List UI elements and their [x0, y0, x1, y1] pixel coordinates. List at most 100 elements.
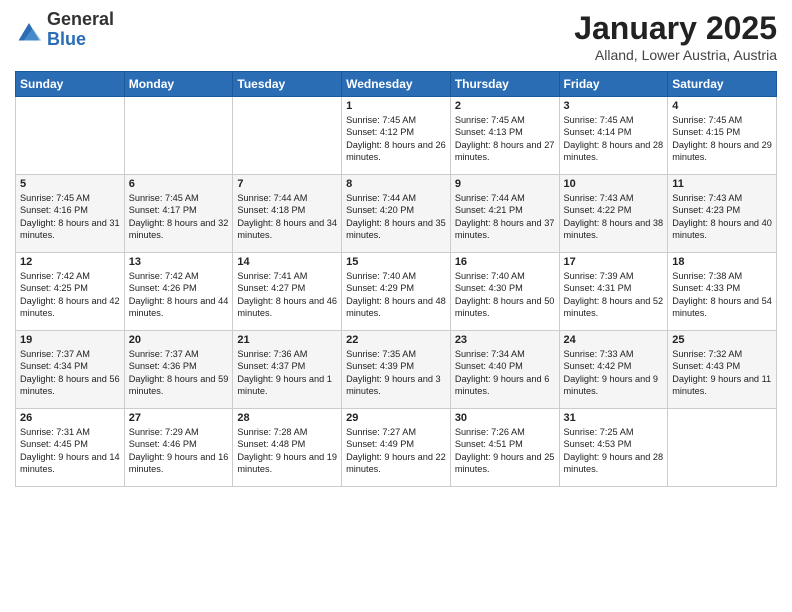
day-number: 30 [455, 412, 555, 424]
day-content: Sunrise: 7:33 AM Sunset: 4:42 PM Dayligh… [564, 348, 664, 398]
header-saturday: Saturday [668, 72, 777, 97]
header-tuesday: Tuesday [233, 72, 342, 97]
calendar-cell [668, 409, 777, 487]
day-content: Sunrise: 7:42 AM Sunset: 4:26 PM Dayligh… [129, 270, 229, 320]
day-content: Sunrise: 7:35 AM Sunset: 4:39 PM Dayligh… [346, 348, 446, 398]
logo-icon [15, 16, 43, 44]
day-number: 10 [564, 178, 664, 190]
day-content: Sunrise: 7:37 AM Sunset: 4:36 PM Dayligh… [129, 348, 229, 398]
day-number: 14 [237, 256, 337, 268]
calendar-cell: 20 Sunrise: 7:37 AM Sunset: 4:36 PM Dayli… [124, 331, 233, 409]
day-content: Sunrise: 7:45 AM Sunset: 4:13 PM Dayligh… [455, 114, 555, 164]
calendar-header-row: Sunday Monday Tuesday Wednesday Thursday… [16, 72, 777, 97]
header-wednesday: Wednesday [342, 72, 451, 97]
calendar-cell: 29 Sunrise: 7:27 AM Sunset: 4:49 PM Dayli… [342, 409, 451, 487]
calendar-week-row-4: 26 Sunrise: 7:31 AM Sunset: 4:45 PM Dayli… [16, 409, 777, 487]
day-content: Sunrise: 7:44 AM Sunset: 4:20 PM Dayligh… [346, 192, 446, 242]
day-content: Sunrise: 7:45 AM Sunset: 4:12 PM Dayligh… [346, 114, 446, 164]
day-number: 13 [129, 256, 229, 268]
calendar-cell: 30 Sunrise: 7:26 AM Sunset: 4:51 PM Dayli… [450, 409, 559, 487]
calendar-cell: 3 Sunrise: 7:45 AM Sunset: 4:14 PM Daylig… [559, 97, 668, 175]
logo: General Blue [15, 10, 114, 50]
calendar-cell: 22Sunrise: 7:35 AM Sunset: 4:39 PM Dayli… [342, 331, 451, 409]
calendar-cell: 5 Sunrise: 7:45 AM Sunset: 4:16 PM Daylig… [16, 175, 125, 253]
day-content: Sunrise: 7:43 AM Sunset: 4:22 PM Dayligh… [564, 192, 664, 242]
calendar-cell [124, 97, 233, 175]
day-content: Sunrise: 7:25 AM Sunset: 4:53 PM Dayligh… [564, 426, 664, 476]
day-content: Sunrise: 7:45 AM Sunset: 4:14 PM Dayligh… [564, 114, 664, 164]
calendar-cell: 18 Sunrise: 7:38 AM Sunset: 4:33 PM Dayli… [668, 253, 777, 331]
calendar-cell: 24Sunrise: 7:33 AM Sunset: 4:42 PM Dayli… [559, 331, 668, 409]
day-number: 5 [20, 178, 120, 190]
title-block: January 2025 Alland, Lower Austria, Aust… [574, 10, 777, 63]
calendar-cell: 10 Sunrise: 7:43 AM Sunset: 4:22 PM Dayli… [559, 175, 668, 253]
calendar-cell: 15 Sunrise: 7:40 AM Sunset: 4:29 PM Dayli… [342, 253, 451, 331]
calendar-cell: 8 Sunrise: 7:44 AM Sunset: 4:20 PM Daylig… [342, 175, 451, 253]
page: General Blue January 2025 Alland, Lower … [0, 0, 792, 612]
day-content: Sunrise: 7:38 AM Sunset: 4:33 PM Dayligh… [672, 270, 772, 320]
calendar-cell [233, 97, 342, 175]
day-number: 28 [237, 412, 337, 424]
calendar-cell: 12Sunrise: 7:42 AM Sunset: 4:25 PM Dayli… [16, 253, 125, 331]
day-content: Sunrise: 7:40 AM Sunset: 4:30 PM Dayligh… [455, 270, 555, 320]
header-thursday: Thursday [450, 72, 559, 97]
calendar-cell: 28 Sunrise: 7:28 AM Sunset: 4:48 PM Dayli… [233, 409, 342, 487]
day-content: Sunrise: 7:43 AM Sunset: 4:23 PM Dayligh… [672, 192, 772, 242]
day-number: 23 [455, 334, 555, 346]
day-content: Sunrise: 7:27 AM Sunset: 4:49 PM Dayligh… [346, 426, 446, 476]
logo-text: General Blue [47, 10, 114, 50]
calendar-cell: 31 Sunrise: 7:25 AM Sunset: 4:53 PM Dayli… [559, 409, 668, 487]
day-number: 9 [455, 178, 555, 190]
calendar-cell: 25 Sunrise: 7:32 AM Sunset: 4:43 PM Dayli… [668, 331, 777, 409]
day-number: 25 [672, 334, 772, 346]
day-number: 18 [672, 256, 772, 268]
day-number: 16 [455, 256, 555, 268]
day-number: 7 [237, 178, 337, 190]
day-number: 31 [564, 412, 664, 424]
day-content: Sunrise: 7:26 AM Sunset: 4:51 PM Dayligh… [455, 426, 555, 476]
calendar-cell: 11Sunrise: 7:43 AM Sunset: 4:23 PM Dayli… [668, 175, 777, 253]
day-number: 8 [346, 178, 446, 190]
calendar-cell: 4 Sunrise: 7:45 AM Sunset: 4:15 PM Daylig… [668, 97, 777, 175]
day-number: 15 [346, 256, 446, 268]
day-number: 20 [129, 334, 229, 346]
day-content: Sunrise: 7:28 AM Sunset: 4:48 PM Dayligh… [237, 426, 337, 476]
calendar-cell: 26 Sunrise: 7:31 AM Sunset: 4:45 PM Dayli… [16, 409, 125, 487]
logo-blue-text: Blue [47, 30, 114, 50]
calendar-week-row-3: 19Sunrise: 7:37 AM Sunset: 4:34 PM Dayli… [16, 331, 777, 409]
calendar-cell: 19Sunrise: 7:37 AM Sunset: 4:34 PM Dayli… [16, 331, 125, 409]
day-content: Sunrise: 7:45 AM Sunset: 4:15 PM Dayligh… [672, 114, 772, 164]
calendar-week-row-2: 12Sunrise: 7:42 AM Sunset: 4:25 PM Dayli… [16, 253, 777, 331]
day-content: Sunrise: 7:31 AM Sunset: 4:45 PM Dayligh… [20, 426, 120, 476]
calendar-week-row-1: 5 Sunrise: 7:45 AM Sunset: 4:16 PM Daylig… [16, 175, 777, 253]
calendar-cell: 16 Sunrise: 7:40 AM Sunset: 4:30 PM Dayli… [450, 253, 559, 331]
day-content: Sunrise: 7:44 AM Sunset: 4:21 PM Dayligh… [455, 192, 555, 242]
day-number: 19 [20, 334, 120, 346]
day-content: Sunrise: 7:45 AM Sunset: 4:16 PM Dayligh… [20, 192, 120, 242]
header-monday: Monday [124, 72, 233, 97]
calendar-cell: 27Sunrise: 7:29 AM Sunset: 4:46 PM Dayli… [124, 409, 233, 487]
calendar-cell: 14Sunrise: 7:41 AM Sunset: 4:27 PM Dayli… [233, 253, 342, 331]
calendar-cell: 2 Sunrise: 7:45 AM Sunset: 4:13 PM Daylig… [450, 97, 559, 175]
day-number: 12 [20, 256, 120, 268]
day-content: Sunrise: 7:34 AM Sunset: 4:40 PM Dayligh… [455, 348, 555, 398]
day-number: 29 [346, 412, 446, 424]
day-number: 4 [672, 100, 772, 112]
logo-general-text: General [47, 10, 114, 30]
day-number: 2 [455, 100, 555, 112]
calendar-cell: 6Sunrise: 7:45 AM Sunset: 4:17 PM Daylig… [124, 175, 233, 253]
calendar-week-row-0: 1Sunrise: 7:45 AM Sunset: 4:12 PM Daylig… [16, 97, 777, 175]
day-content: Sunrise: 7:36 AM Sunset: 4:37 PM Dayligh… [237, 348, 337, 398]
day-number: 3 [564, 100, 664, 112]
calendar-cell: 1Sunrise: 7:45 AM Sunset: 4:12 PM Daylig… [342, 97, 451, 175]
day-content: Sunrise: 7:39 AM Sunset: 4:31 PM Dayligh… [564, 270, 664, 320]
day-content: Sunrise: 7:40 AM Sunset: 4:29 PM Dayligh… [346, 270, 446, 320]
day-number: 26 [20, 412, 120, 424]
calendar-cell: 7 Sunrise: 7:44 AM Sunset: 4:18 PM Daylig… [233, 175, 342, 253]
calendar-cell: 21Sunrise: 7:36 AM Sunset: 4:37 PM Dayli… [233, 331, 342, 409]
calendar-title: January 2025 [574, 10, 777, 47]
day-content: Sunrise: 7:45 AM Sunset: 4:17 PM Dayligh… [129, 192, 229, 242]
calendar-cell: 23 Sunrise: 7:34 AM Sunset: 4:40 PM Dayli… [450, 331, 559, 409]
day-content: Sunrise: 7:32 AM Sunset: 4:43 PM Dayligh… [672, 348, 772, 398]
day-content: Sunrise: 7:44 AM Sunset: 4:18 PM Dayligh… [237, 192, 337, 242]
